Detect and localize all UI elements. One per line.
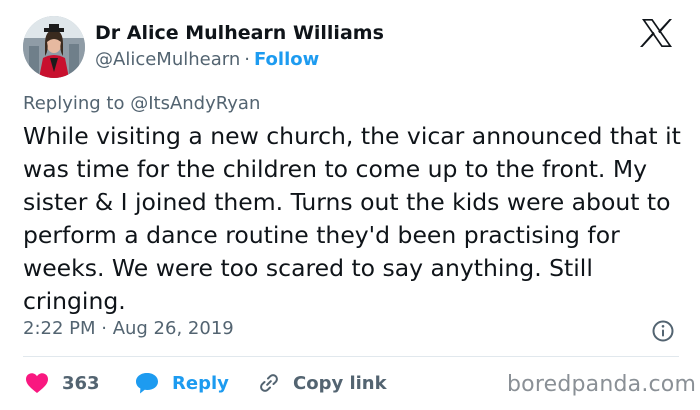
author-handle[interactable]: @AliceMulhearn xyxy=(95,49,240,70)
reply-button[interactable]: Reply xyxy=(134,370,229,396)
tweet-text: While visiting a new church, the vicar a… xyxy=(23,122,681,315)
like-button[interactable]: 363 xyxy=(25,370,100,396)
avatar[interactable] xyxy=(23,16,85,78)
profile-photo-avatar xyxy=(23,16,85,78)
author-meta: @AliceMulhearn · Follow xyxy=(95,49,319,70)
copy-link-button[interactable]: Copy link xyxy=(257,370,387,396)
like-count: 363 xyxy=(62,372,100,394)
tweet-card: Dr Alice Mulhearn Williams @AliceMulhear… xyxy=(0,0,700,410)
divider xyxy=(23,356,679,357)
copy-link-label: Copy link xyxy=(293,372,387,394)
meta-separator: · xyxy=(244,49,250,70)
x-logo-icon[interactable] xyxy=(640,18,674,48)
reply-label: Reply xyxy=(172,372,229,394)
author-name[interactable]: Dr Alice Mulhearn Williams xyxy=(95,22,384,44)
heart-icon xyxy=(26,373,48,393)
reply-bubble-icon xyxy=(136,373,158,394)
timestamp[interactable]: 2:22 PM · Aug 26, 2019 xyxy=(23,318,234,339)
follow-button[interactable]: Follow xyxy=(254,49,319,70)
watermark: boredpanda.com xyxy=(507,372,697,397)
replying-to[interactable]: Replying to @ItsAndyRyan xyxy=(23,93,260,114)
link-icon xyxy=(260,374,278,392)
info-icon[interactable] xyxy=(651,319,675,343)
